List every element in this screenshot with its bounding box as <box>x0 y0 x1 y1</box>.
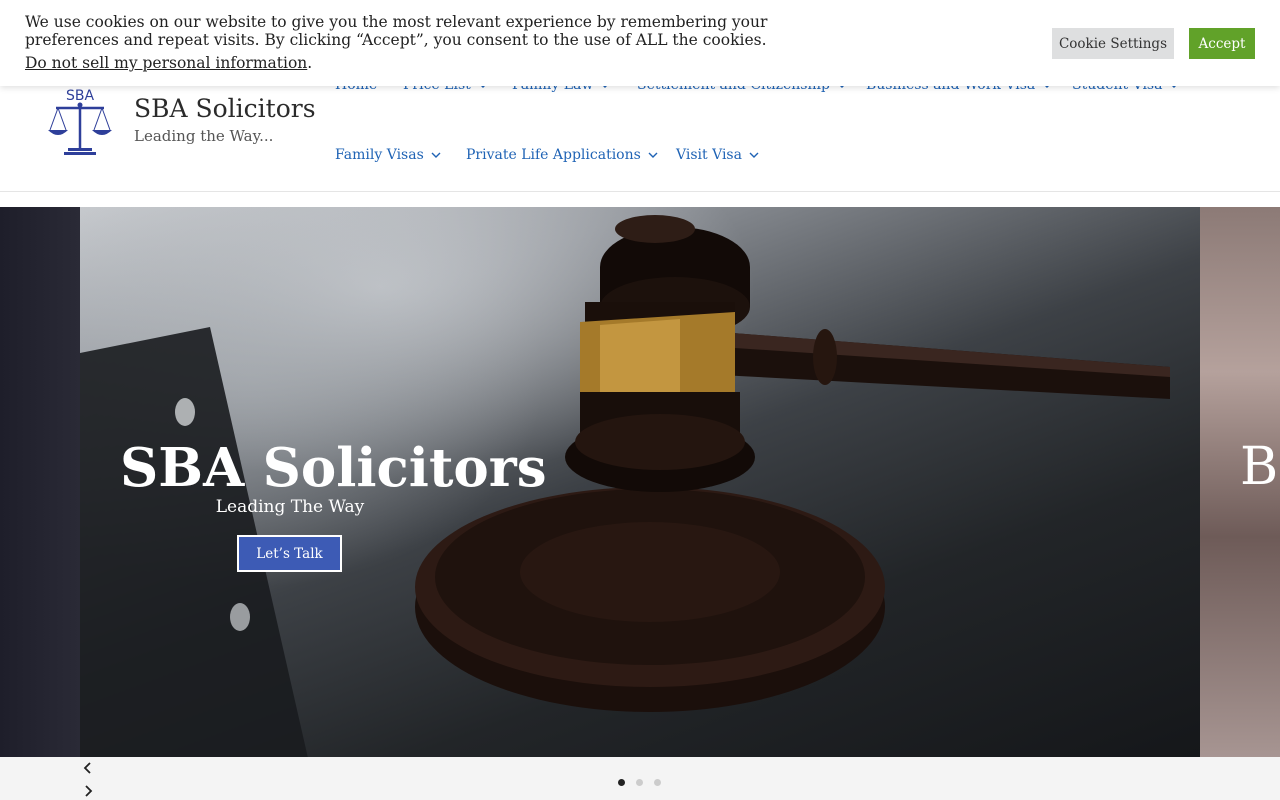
do-not-sell-container: Do not sell my personal information. <box>25 54 312 72</box>
logo-text: SBA <box>66 88 94 104</box>
hero-subtitle: Leading The Way <box>215 497 365 517</box>
lets-talk-button[interactable]: Let’s Talk <box>237 535 342 572</box>
slider-controls <box>0 757 1280 800</box>
nav-item-visit-visa[interactable]: Visit Visa <box>676 147 760 163</box>
site-title[interactable]: SBA Solicitors <box>134 94 316 123</box>
cookie-message: We use cookies on our website to give yo… <box>25 13 768 49</box>
next-slide-peek: Be <box>1200 207 1280 757</box>
cookie-settings-button[interactable]: Cookie Settings <box>1052 28 1174 59</box>
nav-item-label: Private Life Applications <box>466 147 641 163</box>
slider-dot-2[interactable] <box>636 779 643 786</box>
chevron-down-icon <box>749 152 759 158</box>
nav-item-label: Visit Visa <box>676 147 742 163</box>
nav-item-family-visas[interactable]: Family Visas <box>335 147 442 163</box>
period-text: . <box>307 54 313 72</box>
cookie-consent-bar: We use cookies on our website to give yo… <box>0 0 1280 86</box>
site-tagline: Leading the Way... <box>134 127 274 145</box>
previous-slide-peek <box>0 207 80 757</box>
scales-logo-icon[interactable]: SBA <box>44 86 116 156</box>
chevron-left-icon[interactable] <box>80 760 96 776</box>
chevron-down-icon <box>431 152 441 158</box>
active-slide: SBA Solicitors Leading The Way Let’s Tal… <box>80 207 1200 757</box>
accept-cookies-button[interactable]: Accept <box>1189 28 1255 59</box>
next-slide-title: Be <box>1240 437 1280 497</box>
slider-dot-3[interactable] <box>654 779 661 786</box>
chevron-down-icon <box>648 152 658 158</box>
hero-slider: SBA Solicitors Leading The Way Let’s Tal… <box>0 207 1280 757</box>
nav-item-private-life-applications[interactable]: Private Life Applications <box>466 147 659 163</box>
hero-title: SBA Solicitors <box>120 437 547 499</box>
slider-dot-1[interactable] <box>618 779 625 786</box>
chevron-right-icon[interactable] <box>80 783 96 799</box>
nav-item-label: Family Visas <box>335 147 424 163</box>
do-not-sell-link[interactable]: Do not sell my personal information <box>25 54 307 72</box>
